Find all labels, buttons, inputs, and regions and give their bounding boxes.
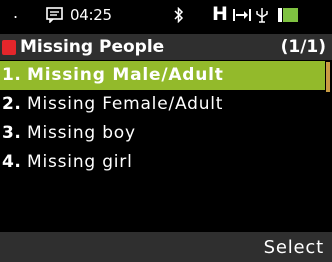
list-item-missing-female-adult[interactable]: 2. Missing Female/Adult <box>0 90 325 119</box>
list-item-number: 3. <box>2 123 22 143</box>
select-softkey[interactable]: Select <box>264 237 324 258</box>
list-item-number: 2. <box>2 94 22 114</box>
list-item-label: Missing boy <box>27 123 136 143</box>
list-item-label: Missing Female/Adult <box>27 94 224 114</box>
status-bar: . 04:25 H <box>0 0 332 34</box>
page-counter: (1/1) <box>280 37 326 57</box>
softkey-bar: Select <box>0 232 332 262</box>
usb-icon <box>255 6 269 28</box>
list-item-label: Missing girl <box>27 152 133 172</box>
bluetooth-icon <box>173 6 185 27</box>
flight-mode-icon <box>233 7 251 27</box>
list-item-missing-male-adult[interactable]: 1. Missing Male/Adult <box>0 61 325 90</box>
list-item-missing-girl[interactable]: 4. Missing girl <box>0 148 325 177</box>
network-type: H <box>212 3 228 25</box>
page-title: Missing People <box>20 37 165 57</box>
menu-list: 1. Missing Male/Adult 2. Missing Female/… <box>0 61 332 177</box>
battery-icon <box>278 7 300 27</box>
list-item-number: 4. <box>2 152 22 172</box>
message-icon <box>46 7 64 27</box>
app-icon <box>2 40 16 55</box>
list-item-label: Missing Male/Adult <box>27 65 224 85</box>
clock: 04:25 <box>70 6 112 24</box>
title-bar: Missing People (1/1) <box>0 34 332 60</box>
signal-indicator: . <box>13 3 19 22</box>
scrollbar[interactable] <box>326 62 330 92</box>
list-item-number: 1. <box>2 65 22 85</box>
list-item-missing-boy[interactable]: 3. Missing boy <box>0 119 325 148</box>
